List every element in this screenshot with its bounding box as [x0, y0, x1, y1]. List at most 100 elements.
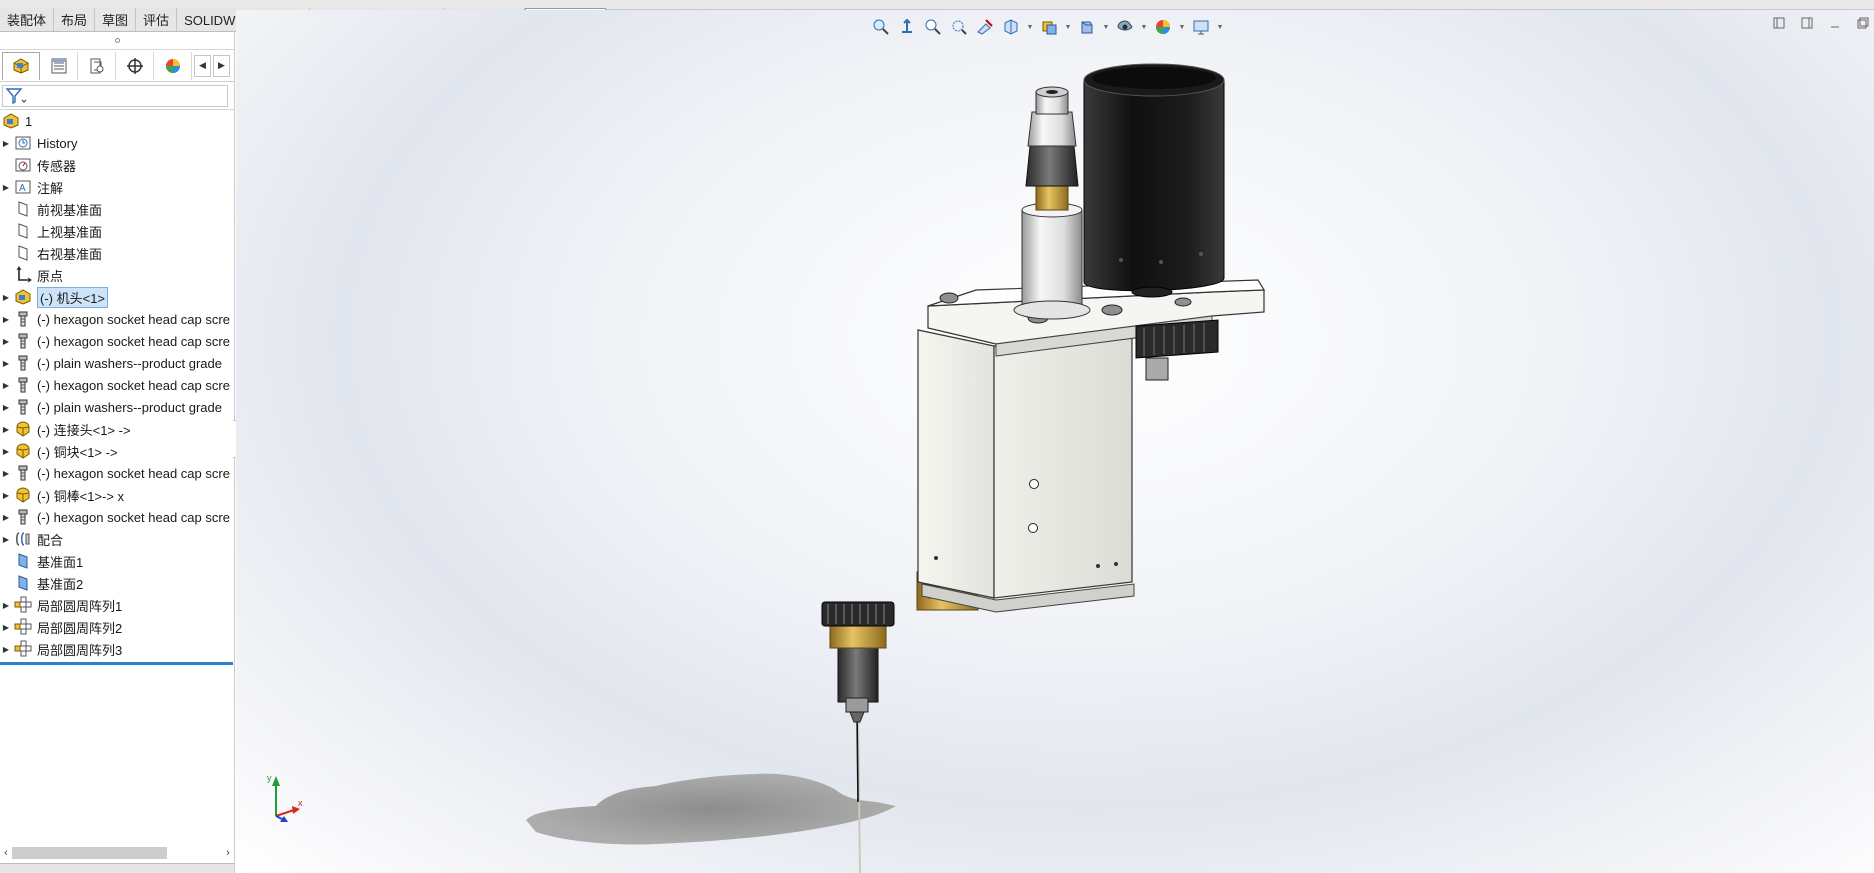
- tree-item-label: 前视基准面: [37, 202, 103, 218]
- filter-input[interactable]: [2, 84, 228, 107]
- tab-1[interactable]: 布局: [54, 8, 96, 31]
- screw-icon: [12, 398, 34, 416]
- tree-horizontal-scrollbar[interactable]: ‹ ›: [0, 845, 234, 861]
- tab-0[interactable]: 装配体: [0, 8, 55, 31]
- subassembly-icon: [12, 288, 34, 306]
- sensor-icon: [12, 156, 34, 174]
- scroll-thumb[interactable]: [12, 847, 167, 859]
- tree-item-label: (-) 铜棒<1>-> x: [37, 488, 125, 504]
- tabs-scroll-right[interactable]: ▶: [213, 54, 230, 77]
- tree-item[interactable]: ▶基准面1: [0, 550, 234, 572]
- manager-tabs: ◀ ▶: [0, 50, 234, 82]
- tree-end-marker[interactable]: [0, 662, 233, 665]
- tree-item-label: 基准面2: [37, 576, 84, 592]
- tab-configurationmanager[interactable]: [78, 51, 116, 80]
- chevron-right-icon: ▶: [218, 60, 225, 70]
- screw-icon: [12, 310, 34, 328]
- tab-display-manager[interactable]: [154, 51, 192, 80]
- tree-item-label: (-) hexagon socket head cap scre: [37, 377, 230, 393]
- tab-2[interactable]: 草图: [95, 8, 137, 31]
- pattern-icon: [12, 596, 34, 614]
- filter-icon: [5, 87, 27, 104]
- configurationmanager-icon: [90, 58, 103, 73]
- expand-arrow-icon[interactable]: ▶: [0, 425, 12, 434]
- tree-item-label: (-) hexagon socket head cap scre: [37, 311, 230, 327]
- expand-arrow-icon[interactable]: ▶: [0, 139, 12, 148]
- screw-icon: [12, 508, 34, 526]
- expand-arrow-icon[interactable]: ▶: [0, 535, 12, 544]
- tree-item[interactable]: ▶ 局部圆周阵列2: [0, 616, 234, 638]
- expand-arrow-icon[interactable]: ▶: [0, 601, 12, 610]
- expand-arrow-icon[interactable]: ▶: [0, 469, 12, 478]
- tab-propertymanager[interactable]: [40, 51, 78, 80]
- plane-icon: [12, 200, 34, 218]
- tab-featuremanager[interactable]: [2, 51, 40, 80]
- history-icon: [12, 134, 34, 152]
- tree-item[interactable]: ▶ (-) 铜块<1> ->: [0, 440, 234, 462]
- scroll-track[interactable]: [12, 847, 222, 859]
- tree-item[interactable]: ▶基准面2: [0, 572, 234, 594]
- expand-arrow-icon[interactable]: ▶: [0, 403, 12, 412]
- panel-grip[interactable]: [0, 32, 234, 50]
- tree-item[interactable]: ▶右视基准面: [0, 242, 234, 264]
- expand-arrow-icon[interactable]: ▶: [0, 381, 12, 390]
- model-render[interactable]: [236, 10, 1874, 873]
- featuremanager-icon: [13, 58, 29, 74]
- tree-item[interactable]: ▶ (-) 机头<1>: [0, 286, 234, 308]
- expand-arrow-icon[interactable]: ▶: [0, 359, 12, 368]
- tree-item[interactable]: ▶ (-) plain washers--product grade: [0, 396, 234, 418]
- expand-arrow-icon[interactable]: ▶: [0, 337, 12, 346]
- bottom-tabs: [0, 863, 234, 873]
- expand-arrow-icon[interactable]: ▶: [0, 293, 12, 302]
- plane-blue-icon: [12, 552, 34, 570]
- chevron-left-icon: ◀: [199, 60, 206, 70]
- tree-item[interactable]: ▶ (-) hexagon socket head cap scre: [0, 308, 234, 330]
- plane-icon: [12, 222, 34, 240]
- expand-arrow-icon[interactable]: ▶: [0, 315, 12, 324]
- tree-item-label: 1: [25, 113, 33, 129]
- tree-item[interactable]: ▶ 局部圆周阵列3: [0, 638, 234, 660]
- dimxpert-icon: [126, 57, 143, 74]
- expand-arrow-icon[interactable]: ▶: [0, 183, 12, 192]
- expand-arrow-icon[interactable]: ▶: [0, 623, 12, 632]
- tree-item-label: (-) hexagon socket head cap scre: [37, 333, 230, 349]
- expand-arrow-icon[interactable]: ▶: [0, 491, 12, 500]
- tree-item-label: (-) plain washers--product grade: [37, 399, 222, 415]
- tree-item[interactable]: ▶ (-) hexagon socket head cap scre: [0, 374, 234, 396]
- tree-item-label: 局部圆周阵列2: [37, 620, 123, 636]
- expand-arrow-icon[interactable]: ▶: [0, 513, 12, 522]
- tree-item-label: 上视基准面: [37, 224, 103, 240]
- tree-item[interactable]: ▶传感器: [0, 154, 234, 176]
- tree-item[interactable]: ▶ (-) plain washers--product grade: [0, 352, 234, 374]
- tree-item[interactable]: ▶ A 注解: [0, 176, 234, 198]
- tree-item[interactable]: ▶ (-) 连接头<1> ->: [0, 418, 234, 440]
- tree-item[interactable]: ▶上视基准面: [0, 220, 234, 242]
- tree-item-label: (-) hexagon socket head cap scre: [37, 465, 230, 481]
- tree-item[interactable]: ▶原点: [0, 264, 234, 286]
- tree-item-label: 配合: [37, 532, 64, 548]
- tree-item-label: 原点: [37, 268, 64, 284]
- tree-item[interactable]: ▶前视基准面: [0, 198, 234, 220]
- tree-item[interactable]: ▶ History: [0, 132, 234, 154]
- reference-triad: y x: [267, 773, 303, 822]
- tree-item[interactable]: ▶ (-) hexagon socket head cap scre: [0, 506, 234, 528]
- chevron-right-icon[interactable]: ›: [222, 847, 234, 859]
- tree-item[interactable]: ▶ (-) hexagon socket head cap scre: [0, 330, 234, 352]
- tree-item-label: 注解: [37, 180, 64, 196]
- tab-3[interactable]: 评估: [136, 8, 178, 31]
- tree-item[interactable]: ▶1: [0, 110, 234, 132]
- chevron-left-icon[interactable]: ‹: [0, 847, 12, 859]
- triad-y-label: y: [267, 773, 272, 783]
- expand-arrow-icon[interactable]: ▶: [0, 447, 12, 456]
- tree-item[interactable]: ▶ 局部圆周阵列1: [0, 594, 234, 616]
- graphics-area[interactable]: ▼ ▼ ▼ ▼ ▼ ▼ y x: [236, 10, 1874, 873]
- screw-icon: [12, 376, 34, 394]
- expand-arrow-icon[interactable]: ▶: [0, 645, 12, 654]
- tab-dimxpert[interactable]: [116, 51, 154, 80]
- tree-item-label: (-) 连接头<1> ->: [37, 422, 131, 438]
- tree-item[interactable]: ▶ 配合: [0, 528, 234, 550]
- tabs-scroll-left[interactable]: ◀: [194, 54, 211, 77]
- solidworks-window: 装配体布局草图评估SOLIDWORKS 插件SOLIDWORKS MBD能工工具…: [0, 0, 1874, 873]
- tree-item[interactable]: ▶ (-) hexagon socket head cap scre: [0, 462, 234, 484]
- tree-item[interactable]: ▶ (-) 铜棒<1>-> x: [0, 484, 234, 506]
